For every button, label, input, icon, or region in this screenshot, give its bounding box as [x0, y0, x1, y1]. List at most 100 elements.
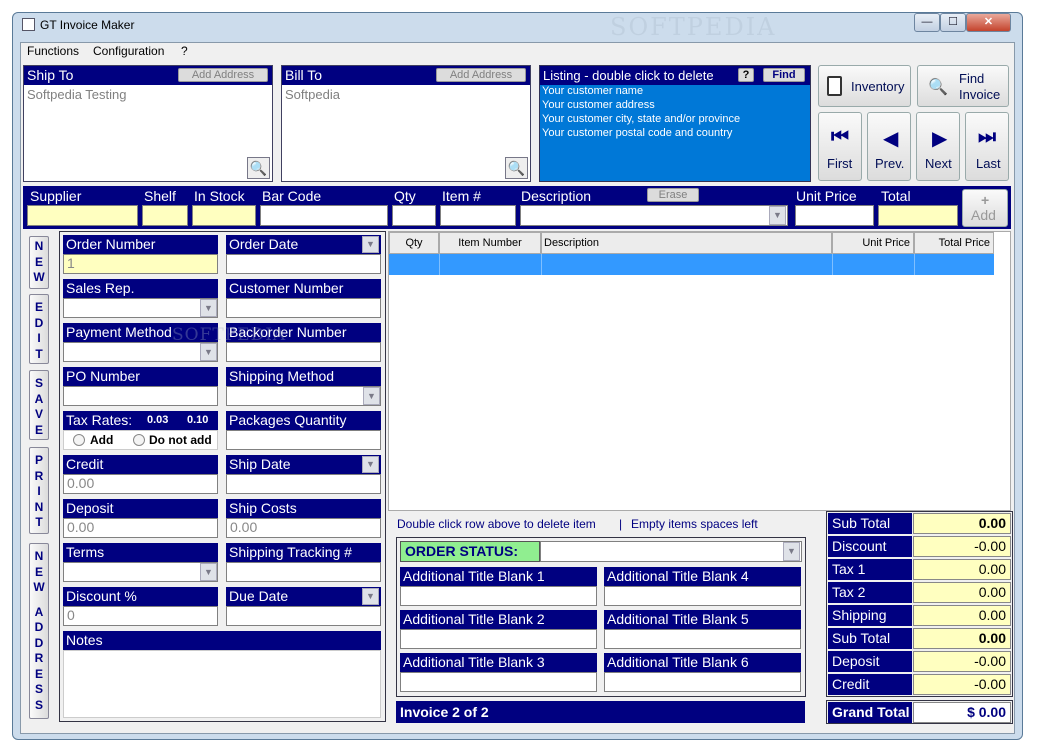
listing-find-button[interactable]: Find — [763, 68, 805, 82]
additional-title-3-input[interactable] — [400, 672, 597, 692]
in-stock-input[interactable] — [192, 205, 256, 226]
title-bar[interactable] — [13, 13, 1022, 40]
menu-configuration[interactable]: Configuration — [93, 44, 164, 58]
discount-input[interactable]: 0 — [63, 606, 218, 626]
packages-quantity-input[interactable] — [226, 430, 381, 450]
shipping-method-select[interactable] — [226, 386, 381, 406]
due-date-input[interactable] — [226, 606, 381, 626]
save-button[interactable]: SAVE — [29, 370, 49, 440]
first-button[interactable]: ⏮ First — [818, 112, 862, 181]
maximize-button[interactable]: ☐ — [940, 13, 966, 32]
po-number-label: PO Number — [63, 367, 218, 386]
new-letter: N — [34, 239, 44, 253]
bill-to-text[interactable]: Softpedia — [285, 87, 340, 102]
bill-to-search-button[interactable]: 🔍 — [505, 157, 528, 179]
do-not-add-tax-radio[interactable] — [133, 434, 145, 446]
notes-textarea[interactable] — [63, 650, 381, 718]
inventory-button[interactable]: Inventory — [818, 65, 911, 107]
additional-title-2-input[interactable] — [400, 629, 597, 649]
sales-rep-select[interactable] — [63, 298, 218, 318]
total-input[interactable] — [878, 205, 958, 226]
prev-button[interactable]: ◀ Prev. — [867, 112, 911, 181]
erase-button[interactable]: Erase — [647, 188, 699, 202]
order-number-input[interactable]: 1 — [63, 254, 218, 274]
softpedia-watermark: SOFTPEDIA — [172, 325, 287, 345]
grid-header-unit-price[interactable]: Unit Price — [832, 232, 914, 254]
shelf-input[interactable] — [142, 205, 188, 226]
new-address-button[interactable]: NEWADDRESS — [29, 543, 49, 719]
inventory-label: Inventory — [851, 79, 905, 94]
ship-to-add-address-button[interactable]: Add Address — [178, 68, 268, 82]
menu-functions[interactable]: Functions — [27, 44, 79, 58]
next-button[interactable]: ▶ Next — [916, 112, 960, 181]
additional-title-1-input[interactable] — [400, 586, 597, 606]
add-tax-radio[interactable] — [73, 434, 85, 446]
chevron-down-icon[interactable]: ▼ — [769, 206, 786, 225]
grid-header-qty[interactable]: Qty — [389, 232, 439, 254]
last-button[interactable]: ⏭ Last — [965, 112, 1009, 181]
discount-total-value: -0.00 — [913, 536, 1011, 557]
chevron-down-icon[interactable]: ▼ — [362, 588, 379, 605]
chevron-down-icon[interactable]: ▼ — [783, 542, 800, 561]
ship-to-search-button[interactable]: 🔍 — [247, 157, 270, 179]
customer-number-input[interactable] — [226, 298, 381, 318]
tax-rates-text: Tax Rates: — [66, 412, 133, 428]
credit-input[interactable]: 0.00 — [63, 474, 218, 494]
print-button[interactable]: PRINT — [29, 447, 49, 534]
print-letter: T — [35, 515, 43, 529]
payment-method-select[interactable] — [63, 342, 218, 362]
ship-date-input[interactable] — [226, 474, 381, 494]
subtotal2-label: Sub Total — [828, 628, 912, 649]
listing-line[interactable]: Your customer name — [542, 85, 643, 97]
po-number-input[interactable] — [63, 386, 218, 406]
shipping-total-label: Shipping — [828, 605, 912, 626]
table-row[interactable] — [389, 254, 994, 275]
bill-to-add-address-button[interactable]: Add Address — [436, 68, 526, 82]
discount-total-label: Discount — [828, 536, 912, 557]
terms-select[interactable] — [63, 562, 218, 582]
bar-code-input[interactable] — [260, 205, 388, 226]
grid-header-item-number[interactable]: Item Number — [439, 232, 541, 254]
listing-line[interactable]: Your customer address — [542, 99, 655, 111]
close-button[interactable]: ✕ — [966, 13, 1011, 32]
deposit-input[interactable]: 0.00 — [63, 518, 218, 538]
deposit-total-value: -0.00 — [913, 651, 1011, 672]
ship-to-text[interactable]: Softpedia Testing — [27, 87, 127, 102]
menu-help[interactable]: ? — [181, 44, 188, 58]
description-select[interactable] — [520, 205, 788, 226]
shelf-label: Shelf — [144, 188, 176, 204]
grid-header-description[interactable]: Description — [541, 232, 832, 254]
deposit-total-label: Deposit — [828, 651, 912, 672]
minimize-button[interactable]: — — [914, 13, 940, 32]
listing-line[interactable]: Your customer postal code and country — [542, 127, 732, 139]
qty-input[interactable] — [392, 205, 436, 226]
listing-help-button[interactable]: ? — [738, 68, 754, 82]
additional-title-6-input[interactable] — [604, 672, 801, 692]
chevron-down-icon[interactable]: ▼ — [200, 343, 217, 361]
backorder-number-input[interactable] — [226, 342, 381, 362]
new-address-letter: D — [34, 635, 44, 650]
shipping-tracking-input[interactable] — [226, 562, 381, 582]
additional-title-4-input[interactable] — [604, 586, 801, 606]
find-invoice-button[interactable]: 🔍 Find Invoice — [917, 65, 1009, 107]
order-date-input[interactable] — [226, 254, 381, 274]
order-status-select[interactable] — [540, 541, 802, 562]
supplier-input[interactable] — [27, 205, 138, 226]
edit-button[interactable]: EDIT — [29, 294, 49, 364]
chevron-down-icon[interactable]: ▼ — [200, 563, 217, 581]
chevron-down-icon[interactable]: ▼ — [362, 236, 379, 253]
new-address-letter: W — [33, 580, 45, 594]
new-button[interactable]: NEW — [29, 236, 49, 289]
add-item-button[interactable]: + Add — [962, 189, 1008, 227]
ship-costs-input[interactable]: 0.00 — [226, 518, 381, 538]
unit-price-input[interactable] — [795, 205, 874, 226]
item-number-input[interactable] — [440, 205, 516, 226]
listing-line[interactable]: Your customer city, state and/or provinc… — [542, 113, 740, 125]
additional-title-5-input[interactable] — [604, 629, 801, 649]
chevron-down-icon[interactable]: ▼ — [200, 299, 217, 317]
grid-header-total-price[interactable]: Total Price — [914, 232, 994, 254]
chevron-down-icon[interactable]: ▼ — [363, 387, 380, 405]
chevron-down-icon[interactable]: ▼ — [362, 456, 379, 473]
sales-rep-label: Sales Rep. — [63, 279, 218, 298]
grand-total-value: $ 0.00 — [913, 702, 1011, 723]
